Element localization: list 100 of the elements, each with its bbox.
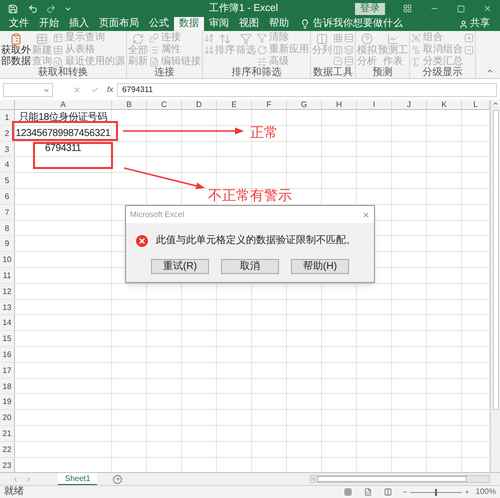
- menu-tab[interactable]: 文件: [4, 17, 34, 31]
- column-header[interactable]: F: [252, 100, 287, 109]
- dialog-button[interactable]: 帮助(H): [291, 259, 349, 274]
- enter-icon[interactable]: [91, 86, 99, 94]
- rows-icon: [344, 32, 354, 43]
- add-sheet-button[interactable]: [113, 474, 122, 484]
- row-header[interactable]: 21: [0, 426, 15, 441]
- row-header[interactable]: 4: [0, 157, 15, 172]
- line-chart-icon: [387, 33, 399, 45]
- layers-icon: [344, 44, 354, 54]
- function-button[interactable]: fx: [107, 84, 114, 96]
- column-header[interactable]: J: [392, 100, 427, 109]
- menu-tab[interactable]: 数据: [174, 17, 204, 31]
- tell-me-field[interactable]: 告诉我你想要做什么: [313, 17, 403, 31]
- group-label: 预测: [372, 67, 392, 78]
- dialog-button[interactable]: 取消: [221, 259, 279, 274]
- column-header[interactable]: I: [357, 100, 392, 109]
- zoom-out-icon[interactable]: [402, 489, 408, 495]
- row-header[interactable]: 9: [0, 236, 15, 252]
- slider-thumb[interactable]: [434, 488, 437, 496]
- sheet-tab[interactable]: Sheet1: [58, 472, 98, 486]
- columns-icon: [316, 33, 328, 45]
- table-cell: 123456789987456321: [16, 128, 110, 138]
- menu-tab[interactable]: 公式: [144, 17, 174, 31]
- sort-ascending-icon: [204, 33, 214, 43]
- column-header[interactable]: C: [147, 100, 182, 109]
- row-header[interactable]: 20: [0, 410, 15, 425]
- row-header[interactable]: 14: [0, 315, 15, 330]
- zoom-level[interactable]: 100%: [476, 486, 496, 498]
- page-layout-icon[interactable]: [364, 488, 372, 496]
- scroll-right-icon[interactable]: [25, 476, 32, 482]
- row-header[interactable]: 3: [0, 142, 15, 156]
- menu-tab[interactable]: 帮助: [264, 17, 294, 31]
- column-header[interactable]: G: [287, 100, 322, 109]
- row-header[interactable]: 10: [0, 252, 15, 267]
- maximize-icon[interactable]: [457, 4, 465, 12]
- group-label: 获取和转换: [38, 67, 88, 78]
- group-label: 连接: [154, 67, 174, 78]
- clipboard-icon: [10, 33, 22, 45]
- list-icon: [149, 45, 159, 55]
- row-header[interactable]: 12: [0, 284, 15, 299]
- column-header[interactable]: E: [217, 100, 252, 109]
- menu-tab[interactable]: 页面布局: [94, 17, 144, 31]
- window-title: 工作簿1 - Excel: [209, 2, 278, 14]
- horizontal-scrollbar[interactable]: [310, 475, 490, 483]
- undo-icon[interactable]: [28, 4, 38, 14]
- collapse-ribbon-icon[interactable]: [486, 67, 494, 75]
- row-header[interactable]: 18: [0, 378, 15, 394]
- menu-tab[interactable]: 插入: [64, 17, 94, 31]
- row-header[interactable]: 13: [0, 300, 15, 314]
- row-header[interactable]: 8: [0, 220, 15, 236]
- row-header[interactable]: 15: [0, 331, 15, 346]
- close-icon[interactable]: [362, 210, 370, 218]
- document-icon: [149, 57, 159, 67]
- scroll-left-icon[interactable]: [12, 476, 19, 482]
- save-icon[interactable]: [8, 4, 18, 14]
- row-header[interactable]: 17: [0, 362, 15, 378]
- row-header[interactable]: 22: [0, 442, 15, 457]
- formula-field[interactable]: 6794311: [117, 83, 497, 97]
- vertical-scrollbar[interactable]: [490, 100, 500, 472]
- refresh-icon: [132, 33, 144, 45]
- normal-view-icon[interactable]: [344, 488, 352, 496]
- filter-icon: [240, 33, 252, 45]
- ribbon-button[interactable]: 获取外部数据: [1, 32, 31, 67]
- redo-icon[interactable]: [46, 4, 56, 14]
- scroll-up-icon[interactable]: [492, 100, 499, 107]
- cancel-icon[interactable]: [73, 86, 81, 94]
- column-header[interactable]: D: [182, 100, 217, 109]
- name-box[interactable]: [3, 83, 53, 97]
- annotation-label: 正常: [250, 124, 278, 140]
- row-header[interactable]: 1: [0, 110, 15, 125]
- share-button[interactable]: 共享: [459, 17, 496, 31]
- checkbox-icon: [333, 56, 343, 66]
- row-header[interactable]: 19: [0, 394, 15, 410]
- status-text: 就绪: [4, 486, 24, 498]
- scroll-left-icon[interactable]: [311, 476, 317, 482]
- ribbon-options-icon[interactable]: [403, 4, 412, 13]
- zoom-in-icon[interactable]: [464, 489, 470, 495]
- menu-tab[interactable]: 开始: [34, 17, 64, 31]
- column-header[interactable]: K: [427, 100, 462, 109]
- row-header[interactable]: 5: [0, 173, 15, 188]
- group-label: 数据工具: [313, 67, 353, 78]
- row-header[interactable]: 23: [0, 458, 15, 472]
- zoom-slider[interactable]: [410, 488, 462, 496]
- clear-filter-icon: [257, 33, 267, 43]
- plus-square-icon: [464, 33, 474, 43]
- menu-tab[interactable]: 审阅: [204, 17, 234, 31]
- column-header[interactable]: H: [322, 100, 357, 109]
- row-header[interactable]: 11: [0, 268, 15, 283]
- row-header[interactable]: 7: [0, 204, 15, 220]
- dialog-button[interactable]: 重试(R): [151, 259, 209, 274]
- group-icon: [411, 33, 421, 43]
- page-break-icon[interactable]: [384, 488, 392, 496]
- sign-in-button[interactable]: 登录: [355, 2, 385, 14]
- column-header[interactable]: A: [15, 100, 112, 109]
- column-header[interactable]: B: [112, 100, 147, 109]
- link-icon: [149, 33, 159, 43]
- menu-tab[interactable]: 视图: [234, 17, 264, 31]
- row-header[interactable]: 16: [0, 346, 15, 362]
- row-header[interactable]: 6: [0, 188, 15, 204]
